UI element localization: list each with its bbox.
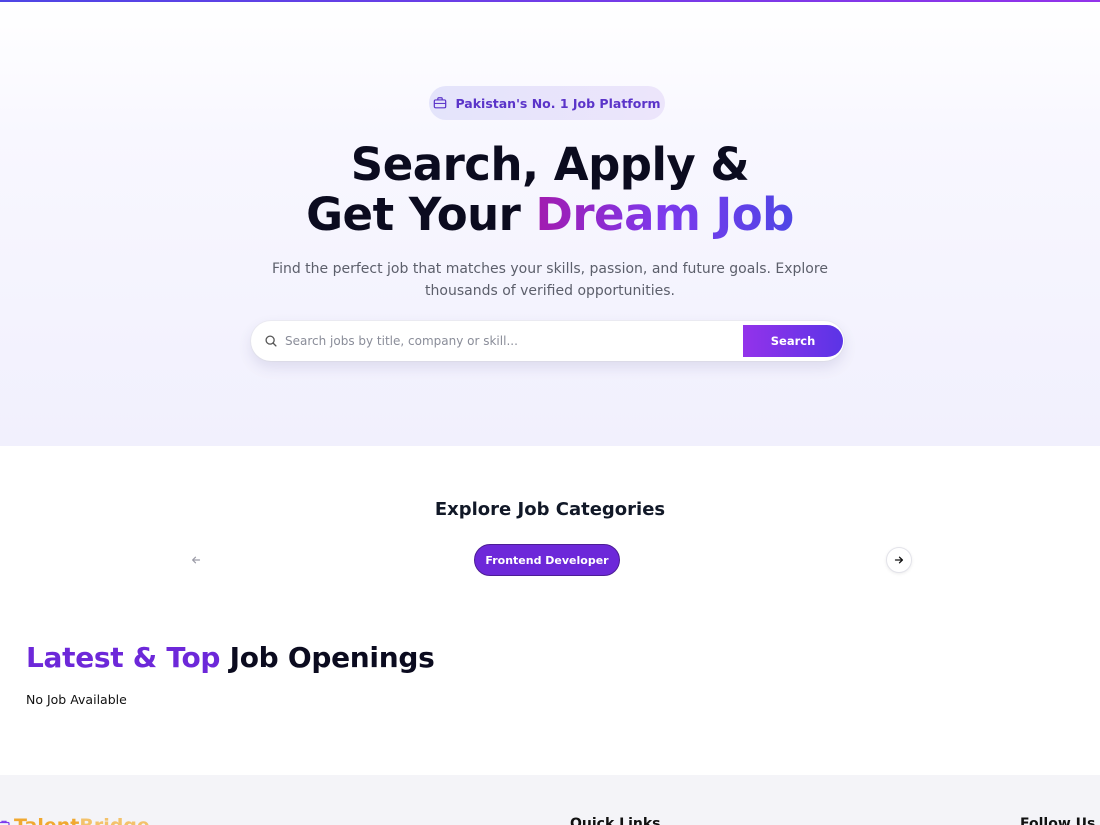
- footer-brand-logo[interactable]: TalentBridge: [14, 815, 150, 825]
- footer-quick-links-heading: Quick Links: [570, 816, 661, 825]
- footer-follow-us-heading: Follow Us: [1020, 816, 1096, 825]
- hero-subtitle: Find the perfect job that matches your s…: [272, 261, 828, 299]
- latest-title-rest: Job Openings: [220, 641, 435, 674]
- categories-prev-button[interactable]: [183, 547, 209, 573]
- briefcase-icon: [434, 97, 447, 109]
- badge-text: Pakistan's No. 1 Job Platform: [455, 95, 661, 111]
- job-search-bar: Search: [251, 321, 844, 361]
- hero-section: Pakistan's No. 1 Job Platform Search, Ap…: [0, 2, 1100, 446]
- footer: TalentBridge Quick Links Follow Us: [0, 775, 1100, 825]
- hero-title: Search, Apply & Get Your Dream Job: [0, 140, 1100, 240]
- brand-part2: Bridge: [79, 815, 149, 825]
- categories-title: Explore Job Categories: [434, 499, 666, 520]
- latest-title-accent: Latest & Top: [26, 641, 221, 674]
- categories-next-button[interactable]: [886, 547, 912, 573]
- no-job-message: No Job Available: [26, 692, 127, 707]
- search-icon: [265, 335, 277, 347]
- latest-jobs-title: Latest & Top Job Openings: [26, 641, 435, 674]
- hero-title-line1: Search, Apply &: [350, 138, 750, 191]
- arrow-right-icon: [894, 556, 904, 564]
- arrow-left-icon: [192, 556, 201, 564]
- hero-title-line2-prefix: Get Your: [306, 188, 536, 241]
- platform-badge: Pakistan's No. 1 Job Platform: [429, 86, 665, 120]
- category-pill-frontend-developer[interactable]: Frontend Developer: [474, 544, 620, 576]
- briefcase-icon: [0, 820, 10, 825]
- brand-part1: Talent: [14, 815, 79, 825]
- search-input[interactable]: [285, 326, 735, 356]
- hero-title-accent: Dream Job: [535, 188, 795, 241]
- search-button[interactable]: Search: [743, 325, 843, 357]
